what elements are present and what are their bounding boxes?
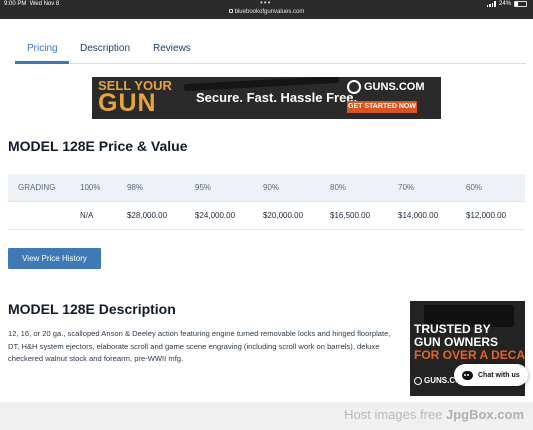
value-95: $24,000.00 — [195, 211, 236, 220]
description-section-title: MODEL 128E Description — [8, 301, 176, 317]
status-time: 9:00 PM Wed Nov 8 — [4, 1, 60, 7]
header-98: 98% — [127, 183, 144, 192]
price-table-header: GRADING 100% 98% 95% 90% 80% 70% 60% — [8, 174, 525, 202]
chat-bubble-icon — [462, 370, 473, 380]
header-100: 100% — [80, 183, 101, 192]
battery-percent: 24% — [498, 1, 511, 7]
price-table-row: N/A $28,000.00 $24,000.00 $20,000.00 $16… — [8, 202, 525, 230]
tab-reviews[interactable]: Reviews — [153, 43, 191, 54]
chat-label: Chat with us — [478, 371, 520, 379]
tab-bar: Pricing Description Reviews — [15, 34, 526, 64]
address-bar[interactable]: bluebookofgunvalues.com — [0, 9, 533, 15]
description-text: 12, 16, or 20 ga., scalloped Anson & Dee… — [8, 329, 391, 363]
value-80: $16,500.00 — [330, 211, 371, 220]
header-grading: GRADING — [18, 183, 56, 192]
value-90: $20,000.00 — [263, 211, 304, 220]
signal-icon — [486, 1, 496, 7]
lock-icon — [228, 9, 233, 14]
battery-icon — [514, 1, 527, 7]
ad-line2: GUN — [98, 89, 157, 117]
value-100: N/A — [80, 211, 94, 220]
active-tab-indicator — [15, 61, 69, 64]
footer-watermark-bar: Host images free JpgBox.com — [0, 402, 533, 430]
value-60: $12,000.00 — [466, 211, 507, 220]
price-section-title: MODEL 128E Price & Value — [8, 138, 188, 154]
watermark: Host images free JpgBox.com — [344, 407, 524, 422]
header-80: 80% — [330, 183, 347, 192]
side-ad-line3: FOR OVER A DECADE — [414, 348, 525, 362]
guns-com-small-logo-icon — [414, 376, 422, 385]
value-70: $14,000.00 — [398, 211, 439, 220]
view-price-history-button[interactable]: View Price History — [8, 248, 101, 269]
tab-description[interactable]: Description — [80, 43, 130, 54]
sell-your-gun-ad[interactable]: SELL YOUR GUN Secure. Fast. Hassle Free.… — [92, 77, 441, 119]
more-dots-icon[interactable]: ••• — [260, 0, 271, 7]
price-table: GRADING 100% 98% 95% 90% 80% 70% 60% N/A… — [8, 174, 525, 230]
header-95: 95% — [195, 183, 212, 192]
status-indicators: 24% — [486, 1, 527, 7]
value-98: $28,000.00 — [127, 211, 168, 220]
ad-tagline: Secure. Fast. Hassle Free. — [196, 90, 358, 105]
tab-pricing[interactable]: Pricing — [27, 43, 58, 54]
get-started-button[interactable]: GET STARTED NOW — [347, 101, 417, 113]
guns-com-logo: GUNS.COM — [347, 80, 425, 94]
header-60: 60% — [466, 183, 483, 192]
guns-com-logo-icon — [347, 80, 361, 94]
chat-button[interactable]: Chat with us — [454, 364, 528, 386]
status-bar: 9:00 PM Wed Nov 8 ••• bluebookofgunvalue… — [0, 0, 533, 19]
rifle-image — [183, 77, 340, 92]
header-90: 90% — [263, 183, 280, 192]
header-70: 70% — [398, 183, 415, 192]
